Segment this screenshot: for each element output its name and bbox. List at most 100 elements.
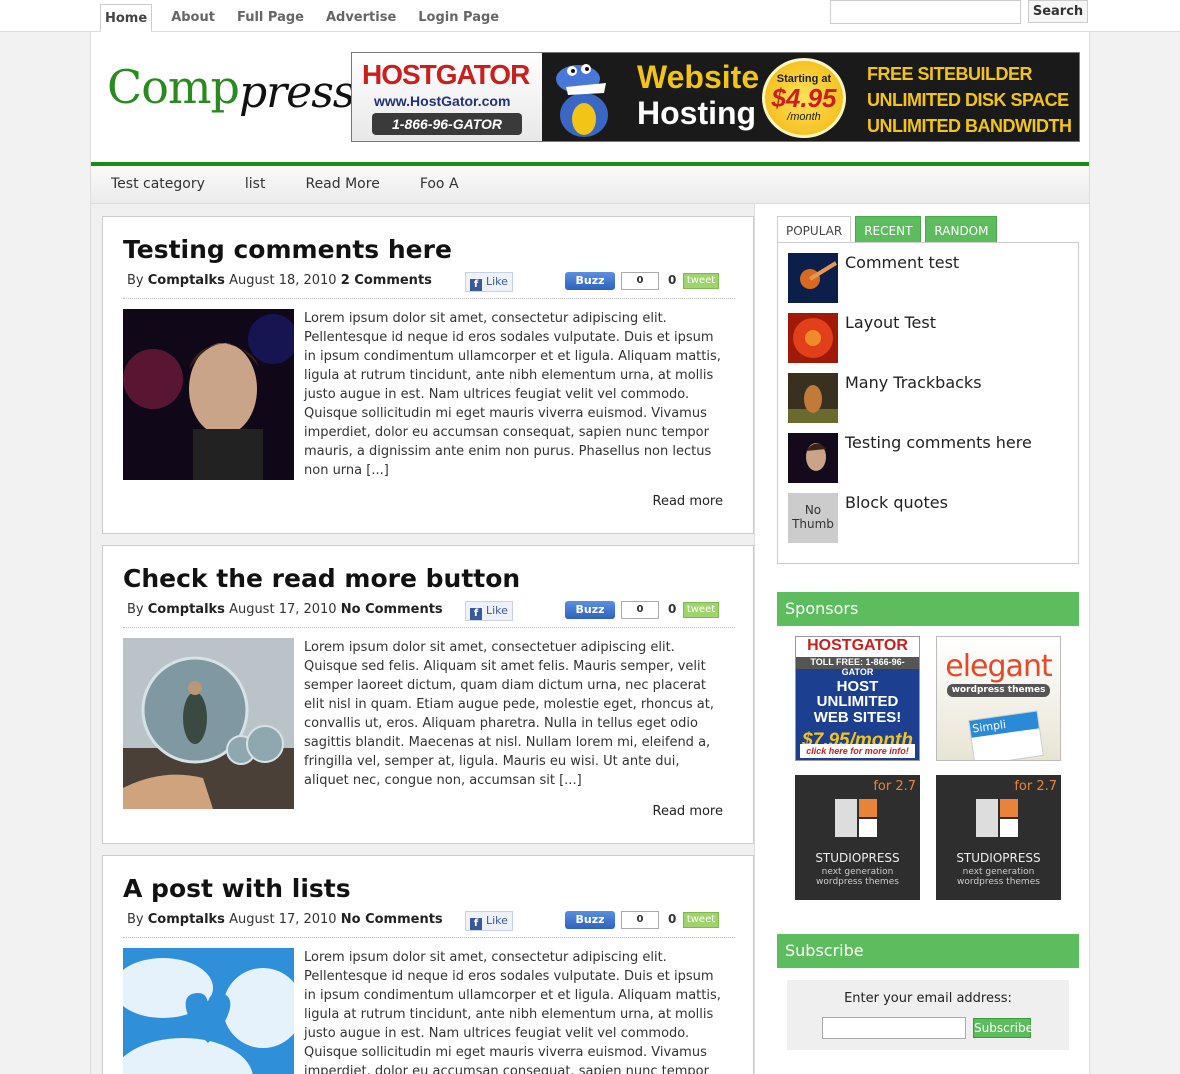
ad-version: for 2.7 — [873, 779, 916, 794]
email-field[interactable] — [822, 1017, 966, 1039]
facebook-like-button[interactable]: f Like — [465, 272, 513, 292]
studiopress-sponsor-ad[interactable]: for 2.7 STUDIOPRESS next generation word… — [795, 775, 920, 900]
post-thumbnail-image[interactable] — [123, 638, 294, 809]
read-more-link[interactable]: Read more — [653, 804, 723, 819]
ad-cta: click here for more info! — [800, 744, 915, 758]
popular-post-title[interactable]: Block quotes — [845, 493, 948, 512]
ad-brand: HOSTGATOR — [796, 637, 919, 657]
subscribe-title: Subscribe — [777, 934, 1079, 968]
post-title[interactable]: A post with lists — [123, 874, 351, 903]
category-nav-read-more[interactable]: Read More — [285, 166, 399, 204]
post-title[interactable]: Testing comments here — [123, 235, 452, 264]
top-nav-about[interactable]: About — [160, 4, 226, 32]
tweet-button[interactable]: tweet — [683, 273, 719, 289]
post-meta: By Comptalks August 17, 2010 No Comments — [127, 602, 443, 617]
search-input[interactable] — [830, 0, 1021, 24]
like-label: Like — [486, 914, 508, 927]
post-author[interactable]: Comptalks — [148, 273, 225, 288]
ad-sub: wordpress themes — [816, 877, 899, 887]
popular-post-title[interactable]: Layout Test — [845, 313, 936, 332]
popular-post-thumbnail[interactable] — [788, 373, 838, 423]
buzz-button[interactable]: Buzz — [565, 601, 615, 619]
site-logo[interactable]: Comppress — [107, 60, 355, 130]
facebook-like-button[interactable]: f Like — [465, 911, 513, 931]
top-nav-login-page[interactable]: Login Page — [407, 4, 510, 32]
post-comments-link[interactable]: 2 Comments — [341, 273, 432, 288]
post-comments-link[interactable]: No Comments — [341, 602, 443, 617]
top-nav: Home About Full Page Advertise Login Pag… — [100, 4, 510, 32]
popular-post-thumbnail[interactable] — [788, 253, 838, 303]
meta-divider — [123, 627, 735, 628]
popular-post-item[interactable]: Many Trackbacks — [788, 373, 1068, 425]
facebook-icon: f — [470, 608, 482, 620]
buzz-button[interactable]: Buzz — [565, 272, 615, 290]
tab-random[interactable]: RANDOM — [925, 216, 998, 243]
ad-tollfree: TOLL FREE: 1-866-96-GATOR — [796, 657, 919, 677]
hostgator-sponsor-ad[interactable]: HOSTGATOR TOLL FREE: 1-866-96-GATOR HOST… — [795, 636, 920, 761]
post-title[interactable]: Check the read more button — [123, 564, 520, 593]
popular-post-item[interactable]: Layout Test — [788, 313, 1068, 365]
elegant-themes-sponsor-ad[interactable]: elegant wordpress themes Simpli — [936, 636, 1061, 761]
popular-posts-panel: Comment test Layout Test Many Trackbacks… — [777, 242, 1079, 564]
ad-sub: next generation — [821, 867, 894, 877]
post-thumbnail-image[interactable] — [123, 948, 294, 1074]
hostgator-banner-ad[interactable]: HOSTGATOR www.HostGator.com 1-866-96-GAT… — [351, 52, 1080, 142]
top-nav-home[interactable]: Home — [100, 4, 153, 32]
subscribe-button[interactable]: Subscribe — [973, 1018, 1033, 1038]
ad-theme-preview: Simpli — [968, 710, 1044, 760]
post-excerpt: Lorem ipsum dolor sit amet, consectetuer… — [304, 640, 714, 788]
post-author[interactable]: Comptalks — [148, 602, 225, 617]
sidebar-tabs: POPULAR RECENT RANDOM — [777, 216, 1001, 243]
category-nav-test-category[interactable]: Test category — [91, 166, 225, 204]
banner-headline: Website Hosting — [637, 59, 759, 131]
tab-popular[interactable]: POPULAR — [777, 216, 852, 243]
banner-price: $4.95 — [771, 83, 837, 113]
popular-post-item[interactable]: Comment test — [788, 253, 1068, 305]
tweet-count: 0 — [668, 273, 677, 287]
site-header: Comppress HOSTGATOR www.HostGator.com 1-… — [91, 32, 1089, 162]
category-nav-foo-a[interactable]: Foo A — [400, 166, 479, 204]
popular-post-thumbnail[interactable] — [788, 313, 838, 363]
facebook-icon: f — [470, 918, 482, 930]
post-card: Testing comments here By Comptalks Augus… — [102, 216, 754, 534]
buzz-button[interactable]: Buzz — [565, 911, 615, 929]
no-thumbnail-placeholder[interactable]: No Thumb — [788, 493, 838, 543]
ad-line2: WEB SITES! — [813, 709, 902, 726]
popular-post-title[interactable]: Many Trackbacks — [845, 373, 982, 392]
popular-post-title[interactable]: Comment test — [845, 253, 959, 272]
banner-price-badge: Starting at $4.95 /month — [762, 58, 846, 138]
read-more-link[interactable]: Read more — [653, 494, 723, 509]
tweet-button[interactable]: tweet — [683, 912, 719, 928]
popular-post-title[interactable]: Testing comments here — [845, 433, 1032, 452]
top-nav-advertise[interactable]: Advertise — [315, 4, 407, 32]
popular-post-thumbnail[interactable] — [788, 433, 838, 483]
post-meta: By Comptalks August 18, 2010 2 Comments — [127, 273, 432, 288]
banner-phone: 1-866-96-GATOR — [372, 113, 522, 135]
ad-brand: elegant — [945, 649, 1052, 684]
post-by: By — [127, 273, 144, 288]
facebook-icon: f — [470, 279, 482, 291]
popular-post-item[interactable]: No Thumb Block quotes — [788, 493, 1068, 545]
popular-post-item[interactable]: Testing comments here — [788, 433, 1068, 485]
top-nav-full-page[interactable]: Full Page — [226, 4, 315, 32]
content-column: Testing comments here By Comptalks Augus… — [91, 204, 755, 1074]
facebook-like-button[interactable]: f Like — [465, 601, 513, 621]
category-nav-list[interactable]: list — [225, 166, 286, 204]
search-button[interactable]: Search — [1028, 0, 1088, 23]
studiopress-sponsor-ad[interactable]: for 2.7 STUDIOPRESS next generation word… — [936, 775, 1061, 900]
sponsors-widget: Sponsors HOSTGATOR TOLL FREE: 1-866-96-G… — [777, 592, 1079, 916]
top-bar: Home About Full Page Advertise Login Pag… — [0, 0, 1180, 32]
like-label: Like — [486, 275, 508, 288]
tweet-button[interactable]: tweet — [683, 602, 719, 618]
post-comments-link[interactable]: No Comments — [341, 912, 443, 927]
post-author[interactable]: Comptalks — [148, 912, 225, 927]
post-thumbnail-image[interactable] — [123, 309, 294, 480]
page-wrapper: Comppress HOSTGATOR www.HostGator.com 1-… — [90, 32, 1090, 1074]
like-label: Like — [486, 604, 508, 617]
tab-recent[interactable]: RECENT — [855, 216, 922, 243]
post-excerpt: Lorem ipsum dolor sit amet, consectetur … — [304, 311, 721, 478]
logo-text-comp: Comp — [107, 60, 240, 114]
ad-sub: wordpress themes — [947, 684, 1050, 697]
banner-headline-line2: Hosting — [637, 95, 757, 131]
ad-logo-block — [859, 819, 877, 837]
